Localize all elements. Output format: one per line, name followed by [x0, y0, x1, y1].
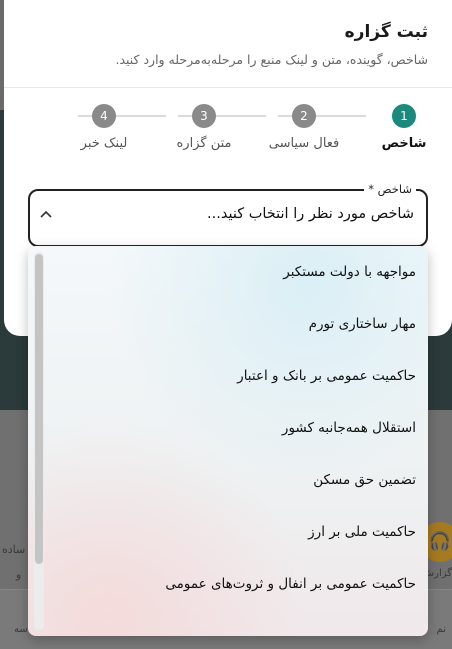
step-label: شاخص [381, 136, 427, 151]
step-indicator[interactable]: 4 لینک خبر [54, 104, 154, 151]
step-number: 3 [192, 104, 216, 128]
scrollbar-thumb[interactable] [35, 254, 43, 564]
step-label: لینک خبر [80, 136, 128, 151]
step-indicator[interactable]: 3 متن گزاره [154, 104, 254, 151]
stepper: 1 شاخص 2 فعال سیاسی 3 متن گزاره 4 لینک خ… [28, 104, 428, 164]
modal-title: ثبت گزاره [344, 22, 428, 42]
chevron-up-icon[interactable] [40, 207, 52, 221]
step-label: متن گزاره [176, 136, 232, 151]
bottom-nav-item: سه [14, 624, 28, 635]
field-label: شاخص * [364, 182, 416, 196]
select-placeholder: شاخص مورد نظر را انتخاب کنید... [207, 206, 414, 222]
option-item[interactable]: استقلال همه‌جانبه کشور [28, 402, 428, 454]
modal-subtitle: شاخص، گوینده، متن و لینک منبع را مرحله‌ب… [115, 52, 428, 67]
indicator-options-list[interactable]: مواجهه با دولت مستکبر مهار ساختاری تورم … [28, 246, 428, 636]
option-item[interactable]: حاکمیت عمومی بر بانک و اعتبار [28, 350, 428, 402]
option-item[interactable]: تضمین حق مسکن [28, 454, 428, 506]
option-item[interactable]: مهار ساختاری تورم [28, 298, 428, 350]
option-item[interactable]: حاکمیت ملی بر ارز [28, 506, 428, 558]
background-text: ساده [2, 543, 26, 556]
step-label: فعال سیاسی [268, 136, 340, 151]
step-number: 2 [292, 104, 316, 128]
option-item[interactable]: مواجهه با دولت مستکبر [28, 246, 428, 298]
bottom-nav-item: نم [436, 624, 446, 635]
step-indicator[interactable]: 1 شاخص [354, 104, 452, 151]
option-item[interactable]: حاکمیت عمومی بر انفال و ثروت‌های عمومی [28, 558, 428, 610]
step-indicator[interactable]: 2 فعال سیاسی [254, 104, 354, 151]
background-text: و [16, 568, 22, 581]
step-number: 1 [392, 104, 416, 128]
step-number: 4 [92, 104, 116, 128]
indicator-select[interactable]: شاخص * شاخص مورد نظر را انتخاب کنید... [28, 182, 428, 247]
modal-header: ثبت گزاره شاخص، گوینده، متن و لینک منبع … [4, 0, 452, 88]
